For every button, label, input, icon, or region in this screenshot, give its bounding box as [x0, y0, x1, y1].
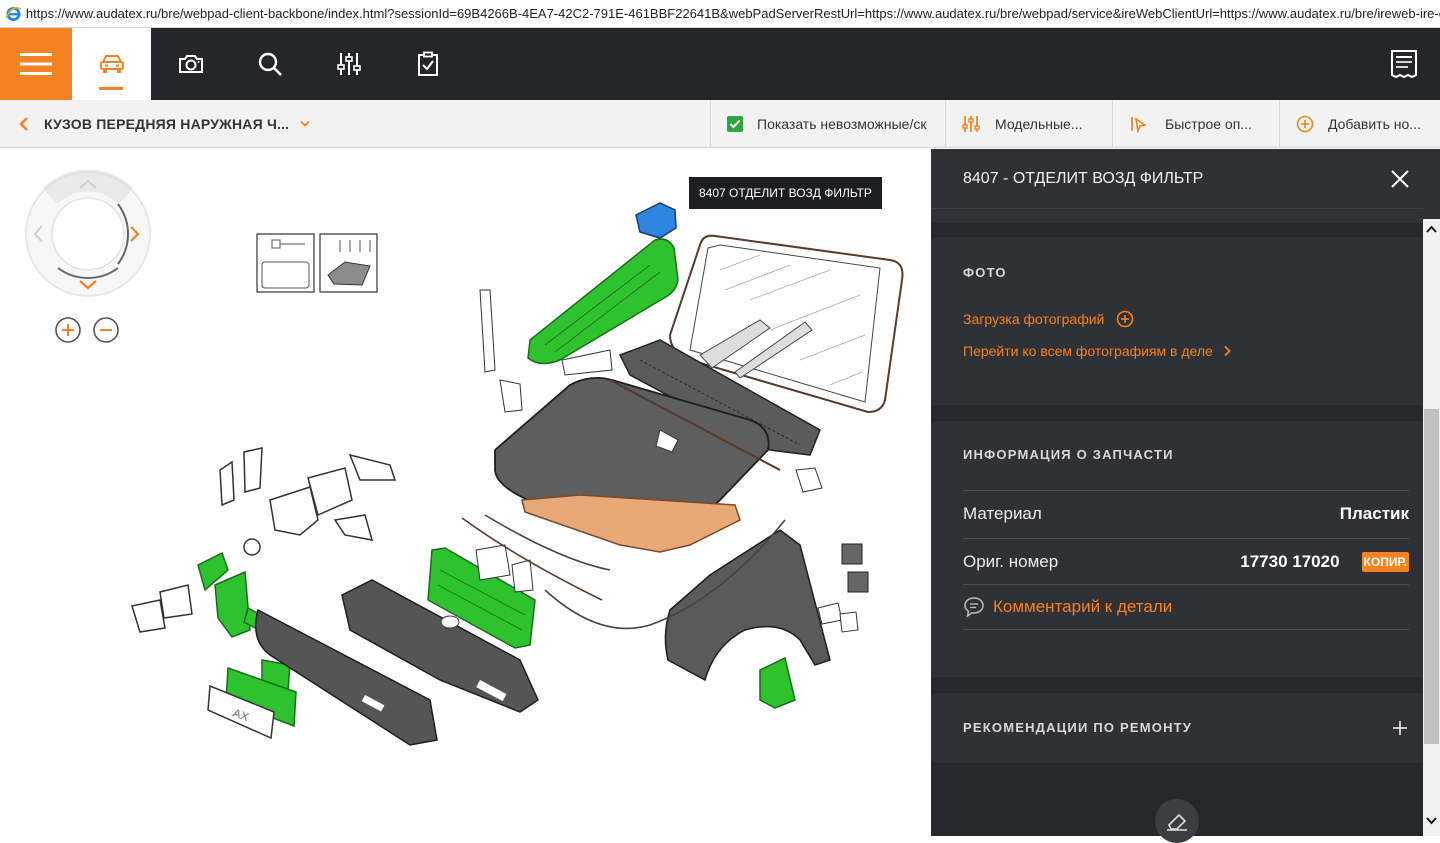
show-impossible-toggle[interactable]: Показать невозможные/ск	[710, 100, 945, 148]
sliders-icon	[962, 116, 980, 132]
material-label: Материал	[963, 503, 1042, 523]
thumbnail-panel[interactable]	[319, 233, 378, 293]
quick-select-icon	[1131, 117, 1147, 133]
eraser-icon	[1167, 813, 1187, 831]
active-tab-indicator	[99, 87, 123, 90]
scroll-up-icon[interactable]	[1426, 225, 1437, 233]
orig-number-value: 17730 17020	[1240, 551, 1340, 571]
panel-header: 8407 - ОТДЕЛИТ ВОЗД ФИЛЬТР	[931, 149, 1423, 209]
zoom-out-button[interactable]	[93, 317, 119, 343]
part-tooltip: 8407 ОТДЕЛИТ ВОЗД ФИЛЬТР	[689, 177, 882, 209]
section-divider	[931, 677, 1423, 693]
chevron-left-icon[interactable]	[18, 117, 30, 131]
model-options-button[interactable]: Модельные...	[945, 100, 1112, 148]
exploded-parts-diagram[interactable]: AX	[0, 149, 931, 836]
plus-icon	[1393, 721, 1407, 735]
photo-section-title: ФОТО	[963, 265, 1007, 280]
orig-number-row: Ориг. номер 17730 17020 КОПИР.	[963, 538, 1409, 584]
breadcrumb-title[interactable]: КУЗОВ ПЕРЕДНЯЯ НАРУЖНАЯ Ч...	[44, 116, 289, 132]
upload-photos-link[interactable]: Загрузка фотографий	[963, 310, 1134, 328]
repair-section-title: РЕКОМЕНДАЦИИ ПО РЕМОНТУ	[963, 720, 1193, 735]
thumbnail-glass[interactable]	[256, 233, 315, 293]
add-new-label: Добавить но...	[1328, 116, 1421, 132]
orig-number-label: Ориг. номер	[963, 551, 1059, 571]
air-filter-separator-selected[interactable]	[635, 202, 677, 239]
chevron-right-icon	[1224, 345, 1231, 357]
repair-recommendations-header[interactable]: РЕКОМЕНДАЦИИ ПО РЕМОНТУ	[931, 693, 1423, 763]
plus-circle-icon	[1296, 115, 1314, 133]
model-options-label: Модельные...	[995, 116, 1083, 132]
menu-button[interactable]	[0, 28, 72, 100]
quick-operation-button[interactable]: Быстрое оп...	[1112, 100, 1279, 148]
checkbox-checked[interactable]	[727, 116, 743, 132]
car-icon	[99, 55, 124, 73]
section-divider	[931, 223, 1423, 237]
all-photos-label: Перейти ко всем фотографиям в деле	[963, 343, 1213, 359]
zoom-in-button[interactable]	[55, 317, 81, 343]
parts-diagram-canvas[interactable]: AX 8407 ОТДЕЛИТ ВОЗД ФИЛЬТР	[0, 149, 931, 836]
sliders-icon	[336, 53, 361, 75]
part-comment-link[interactable]: Комментарий к детали	[963, 584, 1409, 630]
part-details-panel: 8407 - ОТДЕЛИТ ВОЗД ФИЛЬТР ФОТО Загрузка…	[931, 149, 1440, 843]
all-photos-link[interactable]: Перейти ко всем фотографиям в деле	[963, 343, 1231, 359]
panel-title: 8407 - ОТДЕЛИТ ВОЗД ФИЛЬТР	[963, 170, 1204, 187]
url-text[interactable]: https://www.audatex.ru/bre/webpad-client…	[26, 6, 1440, 21]
mudguard-highlighted[interactable]	[759, 656, 796, 709]
show-impossible-label: Показать невозможные/ск	[757, 116, 927, 132]
panel-scrollbar[interactable]	[1423, 219, 1440, 836]
section-divider	[931, 405, 1423, 421]
search-button[interactable]	[230, 28, 309, 100]
ie-browser-icon	[5, 6, 22, 21]
breadcrumb[interactable]: КУЗОВ ПЕРЕДНЯЯ НАРУЖНАЯ Ч...	[18, 100, 311, 148]
checklist-button[interactable]	[388, 28, 467, 100]
search-icon	[258, 52, 282, 76]
top-toolbar	[0, 28, 1440, 100]
copy-button[interactable]: КОПИР.	[1361, 551, 1409, 572]
settings-sliders-button[interactable]	[309, 28, 388, 100]
clipboard-check-icon	[417, 51, 438, 76]
scrollbar-thumb[interactable]	[1424, 409, 1439, 744]
chevron-down-icon[interactable]	[299, 120, 311, 128]
comment-icon	[964, 597, 984, 618]
report-button[interactable]	[1368, 28, 1440, 100]
info-section-title: ИНФОРМАЦИЯ О ЗАПЧАСТИ	[963, 447, 1174, 462]
add-new-button[interactable]: Добавить но...	[1279, 100, 1440, 148]
camera-icon	[178, 55, 203, 73]
close-icon[interactable]	[1389, 168, 1411, 190]
comment-label: Комментарий к детали	[993, 597, 1173, 616]
material-value: Пластик	[1339, 503, 1409, 523]
material-row: Материал Пластик	[963, 490, 1409, 536]
menu-icon	[20, 53, 52, 75]
check-icon	[729, 119, 741, 129]
headlight-assembly[interactable]	[219, 447, 397, 541]
camera-button[interactable]	[151, 28, 230, 100]
vehicle-tab-button[interactable]	[72, 28, 151, 100]
quick-operation-label: Быстрое оп...	[1165, 116, 1252, 132]
plus-circle-icon	[1117, 310, 1134, 328]
report-icon	[1391, 50, 1417, 79]
upload-photos-label: Загрузка фотографий	[963, 311, 1105, 327]
hood-insulation-part[interactable]	[521, 494, 741, 553]
secondary-toolbar: КУЗОВ ПЕРЕДНЯЯ НАРУЖНАЯ Ч... Показать не…	[0, 100, 1440, 148]
pan-control[interactable]	[25, 169, 151, 297]
eraser-button[interactable]	[1155, 799, 1199, 843]
address-bar[interactable]: https://www.audatex.ru/bre/webpad-client…	[0, 0, 1440, 28]
scroll-down-icon[interactable]	[1426, 817, 1437, 825]
